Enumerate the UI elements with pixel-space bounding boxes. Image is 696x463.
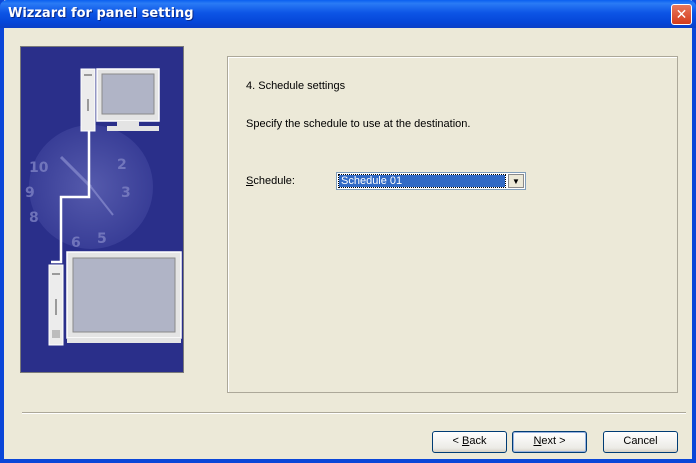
step-title: 4. Schedule settings: [246, 80, 346, 92]
step-description: Specify the schedule to use at the desti…: [246, 118, 471, 130]
button-divider: [22, 412, 686, 414]
back-button[interactable]: < Back: [432, 431, 507, 453]
back-button-prefix: <: [452, 435, 462, 447]
settings-panel: [227, 56, 678, 393]
schedule-label-text: chedule:: [253, 175, 295, 187]
chevron-down-icon[interactable]: ▼: [508, 174, 524, 188]
svg-text:9: 9: [25, 185, 35, 201]
close-icon: ✕: [675, 6, 688, 22]
svg-text:3: 3: [121, 185, 131, 201]
window-title: Wizzard for panel setting: [8, 6, 194, 21]
cancel-button[interactable]: Cancel: [603, 431, 678, 453]
svg-text:10: 10: [29, 160, 49, 176]
schedule-label: Schedule:: [246, 175, 295, 187]
svg-text:5: 5: [97, 231, 107, 247]
svg-text:2: 2: [117, 157, 127, 173]
next-button[interactable]: Next >: [512, 431, 587, 453]
network-illustration-graphic: 10 9 8 6 5 3 2: [21, 47, 183, 372]
close-button[interactable]: ✕: [671, 4, 692, 25]
svg-text:6: 6: [71, 235, 81, 251]
svg-text:8: 8: [29, 210, 39, 226]
back-button-text: ack: [469, 435, 487, 447]
wizard-illustration: 10 9 8 6 5 3 2: [20, 46, 184, 373]
title-bar[interactable]: Wizzard for panel setting ✕: [0, 0, 696, 28]
schedule-dropdown[interactable]: Schedule 01 ▼: [336, 172, 526, 190]
schedule-dropdown-value: Schedule 01: [338, 174, 506, 188]
next-button-text: ext >: [541, 435, 566, 447]
